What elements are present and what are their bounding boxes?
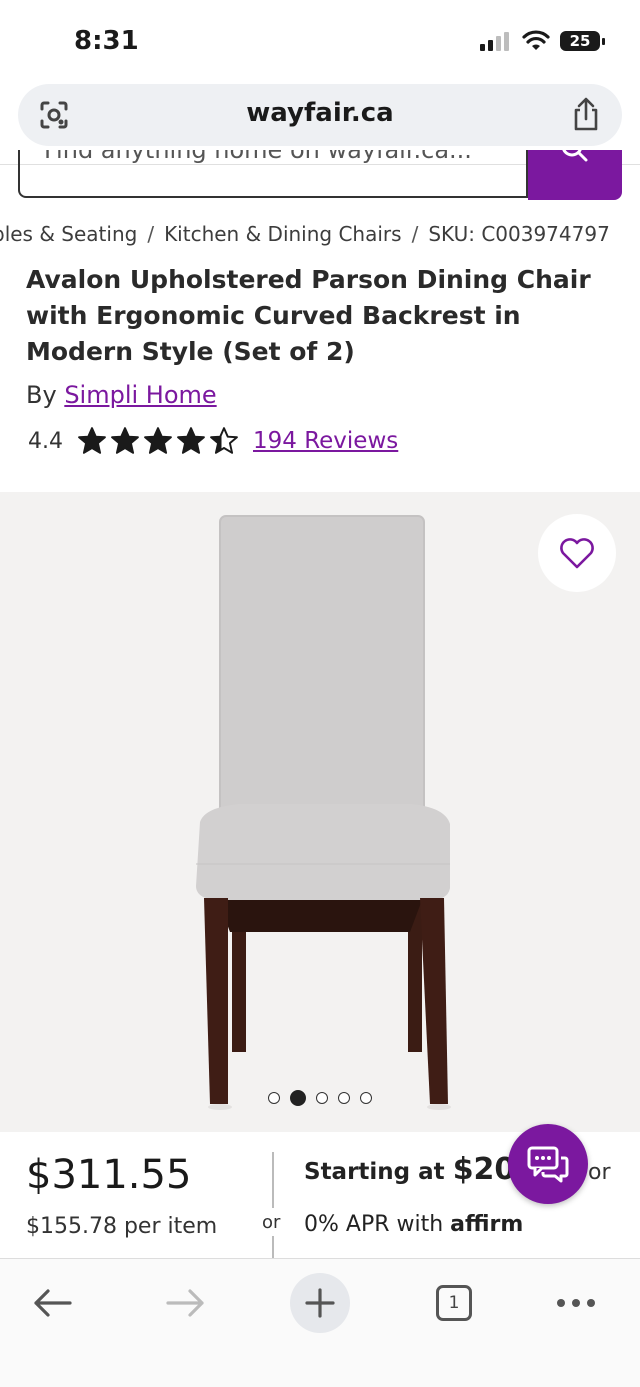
search-bar[interactable]: Find anything home on wayfair.ca...: [18, 150, 622, 202]
gallery-dot[interactable]: [338, 1092, 350, 1104]
status-time: 8:31: [74, 26, 139, 56]
search-input[interactable]: Find anything home on wayfair.ca...: [18, 150, 528, 198]
back-button[interactable]: [22, 1273, 82, 1333]
product-title: Avalon Upholstered Parson Dining Chair w…: [26, 265, 591, 366]
breadcrumb-separator: /: [147, 222, 155, 246]
product-gallery[interactable]: [0, 492, 640, 1132]
apr-offer[interactable]: 0% APR with affirm: [304, 1212, 523, 1237]
search-button[interactable]: [528, 150, 622, 200]
financing-prefix: Starting at: [304, 1159, 445, 1185]
chat-icon: [527, 1146, 569, 1183]
price-divider: [272, 1152, 274, 1208]
apr-text: 0% APR with: [304, 1212, 444, 1237]
forward-arrow-icon: [166, 1289, 204, 1317]
breadcrumb-item[interactable]: bles & Seating: [0, 222, 137, 246]
battery-indicator: 25: [560, 31, 605, 51]
price-per-item: $155.78 per item: [26, 1214, 218, 1239]
star-icon: [111, 427, 139, 454]
product-brand: By Simpli Home: [26, 381, 217, 409]
gallery-dot[interactable]: [290, 1090, 306, 1106]
financing-offer[interactable]: Starting at $20.: [304, 1152, 527, 1187]
breadcrumb-sku: SKU: C003974797: [428, 222, 610, 246]
or-label: or: [262, 1212, 281, 1233]
search-icon: [562, 150, 588, 162]
gallery-dot[interactable]: [316, 1092, 328, 1104]
star-icon: [210, 427, 238, 454]
product-image[interactable]: [0, 492, 640, 1132]
url-text[interactable]: wayfair.ca: [18, 98, 622, 128]
new-tab-button[interactable]: [290, 1273, 350, 1333]
back-arrow-icon: [34, 1289, 72, 1317]
tabs-button[interactable]: 1: [424, 1273, 484, 1333]
star-icon: [144, 427, 172, 454]
tab-count: 1: [448, 1293, 460, 1313]
browser-toolbar: 1: [0, 1258, 640, 1387]
url-bar[interactable]: wayfair.ca: [18, 84, 622, 146]
wifi-icon: [522, 30, 550, 50]
share-icon[interactable]: [570, 96, 602, 132]
tab-count-icon: 1: [436, 1285, 472, 1321]
gallery-dot[interactable]: [268, 1092, 280, 1104]
chat-button[interactable]: [508, 1124, 588, 1204]
breadcrumb: bles & Seating / Kitchen & Dining Chairs / S…: [0, 222, 610, 246]
reviews-link[interactable]: 194 Reviews: [253, 428, 398, 454]
brand-prefix: By: [26, 381, 57, 409]
star-icon: [78, 427, 106, 454]
more-icon: [557, 1299, 595, 1307]
price-divider: [272, 1236, 274, 1258]
more-button[interactable]: [546, 1273, 606, 1333]
financing-or: or: [588, 1160, 611, 1185]
breadcrumb-item[interactable]: Kitchen & Dining Chairs: [164, 222, 402, 246]
breadcrumb-separator: /: [411, 222, 419, 246]
forward-button[interactable]: [156, 1273, 216, 1333]
star-icon: [177, 427, 205, 454]
search-placeholder: Find anything home on wayfair.ca...: [44, 150, 472, 164]
gallery-pagination: [0, 1090, 640, 1106]
heart-icon: [560, 538, 594, 569]
rating-value: 4.4: [28, 428, 63, 454]
brand-link[interactable]: Simpli Home: [64, 381, 216, 409]
favorite-button[interactable]: [538, 514, 616, 592]
product-rating: 4.4 194 Reviews: [28, 427, 398, 455]
product-price: $311.55: [26, 1152, 192, 1198]
plus-icon: [305, 1288, 335, 1318]
rating-stars: [77, 427, 239, 455]
status-icons: 25: [480, 30, 605, 52]
affirm-logo: affirm: [450, 1212, 524, 1237]
signal-icon: [480, 32, 509, 51]
gallery-dot[interactable]: [360, 1092, 372, 1104]
